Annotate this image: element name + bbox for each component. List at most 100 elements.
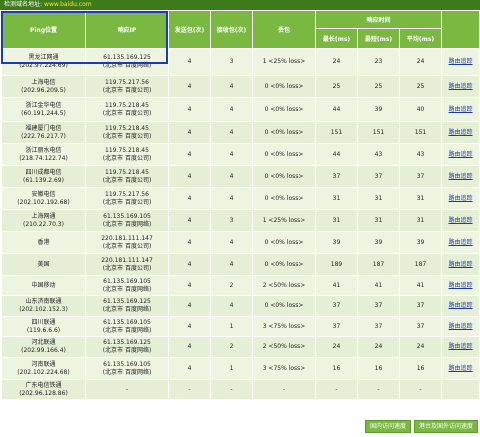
cell-max-line1: 24 [332,58,341,65]
cell-trace[interactable]: 路由追踪 [441,275,480,296]
cell-trace-line1[interactable]: 路由追踪 [443,217,479,225]
cell-location-line2: (202.96.128.86) [19,389,68,397]
cell-ip-line1: 119.75.218.45 [105,146,149,154]
table-row: 上海电信 (202.96.209.5) 119.75.217.56 (北京市 百度公司… [1,75,480,98]
cell-avg-line1: 43 [416,150,425,158]
cell-trace[interactable]: 路由追踪 [441,97,480,122]
cell-avg-line1: 24 [416,58,425,65]
cell-min-line1: 151 [372,128,385,136]
cell-trace-line1[interactable]: 路由追踪 [443,106,479,114]
cell-ip: 61.135.169.105 (北京市 百度网络) [85,209,169,232]
cell-min-line1: 23 [374,58,383,65]
cell-trace[interactable]: 路由追踪 [441,316,480,337]
cell-loss: - [252,379,316,400]
cell-received: 2 [210,275,253,296]
cell-loss: 0 <0% loss> [252,97,316,122]
cell-trace[interactable]: 路由追踪 [441,357,480,380]
table-row: 四川联通 (119.6.6.6) 61.135.169.105 (北京市 百度网络) 4… [1,316,480,337]
cell-received-line1: 4 [229,302,234,309]
cell-received-line1: 4 [229,260,234,268]
cell-received-line1: 3 [229,58,234,65]
cell-trace-line1[interactable]: 路由追踪 [443,173,479,181]
cell-trace[interactable]: 路由追踪 [441,48,480,76]
cell-trace[interactable]: 路由追踪 [441,295,480,317]
cell-location: 上海网通 (210.22.70.3) [1,209,86,232]
cell-min: - [357,379,400,400]
cell-trace-line1[interactable]: 路由追踪 [443,129,479,137]
cell-trace[interactable]: 路由追踪 [441,187,480,210]
cell-trace-line1[interactable]: 路由追踪 [443,343,479,351]
cell-sent-line1: 4 [187,150,192,158]
cell-ip: 119.75.218.45 (北京市 百度公司) [85,121,169,144]
cell-trace[interactable]: 路由追踪 [441,231,480,254]
cell-avg: 24 [398,48,443,76]
cell-location-line1: 浙江金华电信 [25,101,62,109]
cell-trace-line1[interactable]: 路由追踪 [443,261,479,269]
cell-trace[interactable]: 路由追踪 [441,336,480,358]
cell-ip-line2: (北京市 百度网络) [102,306,152,313]
cell-avg-line1: 31 [416,194,425,202]
cell-trace-line1[interactable]: 路由追踪 [443,195,479,203]
cell-trace[interactable]: 路由追踪 [441,143,480,166]
cell-ip-line1: 119.75.218.45 [105,101,149,109]
cell-avg: 40 [398,97,443,122]
cell-received: 4 [210,295,253,317]
cell-avg: 41 [398,275,443,296]
cell-location-line2: (218.74.122.74) [19,154,68,162]
cell-location-line1: 四川成都电信 [25,168,62,176]
cell-max-line1: 37 [332,302,341,309]
cell-trace-line1[interactable]: 路由追踪 [443,365,479,373]
cell-received: 2 [210,336,253,358]
cell-received-line1: 4 [229,105,234,113]
cell-sent: - [168,379,211,400]
cell-avg-line1: 39 [416,238,425,246]
cell-trace-line1[interactable]: 路由追踪 [443,58,479,66]
col-header-trace [441,10,480,49]
cell-loss: 1 <25% loss> [252,209,316,232]
cell-trace-line1[interactable]: 路由追踪 [443,323,479,331]
cell-loss-line1: 1 <25% loss> [262,216,306,224]
cell-min-line1: 37 [374,322,383,330]
cell-sent: 4 [168,48,211,76]
cell-sent: 4 [168,121,211,144]
cell-avg: 43 [398,143,443,166]
table-row: 美国 220.181.111.147 (北京市 百度公司) 4 4 0 <0% loss>… [1,253,480,276]
cell-trace-line1[interactable]: 路由追踪 [443,83,479,91]
cell-sent: 4 [168,275,211,296]
cell-sent: 4 [168,357,211,380]
cell-min: 187 [357,253,400,276]
cell-location-line1: 河南联通 [31,360,56,368]
cell-location-line1: 中国移动 [31,281,56,289]
cell-ip-line1: 119.75.217.56 [105,78,149,86]
cell-trace-line1[interactable]: 路由追踪 [443,282,479,290]
cell-trace-line1[interactable]: 路由追踪 [443,302,479,310]
cell-avg: 39 [398,231,443,254]
cell-max-line1: 25 [332,82,341,90]
cell-ip-line2: (北京市 百度公司) [102,86,152,94]
domestic-speed-button[interactable]: 国内访问速度 [364,420,411,433]
cell-trace[interactable]: 路由追踪 [441,253,480,276]
cell-trace[interactable]: 路由追踪 [441,209,480,232]
cell-location: 浙江金华电信 (60.191.244.5) [1,97,86,122]
cell-ip-line1: 119.75.218.45 [105,124,149,132]
cell-avg: 37 [398,165,443,188]
cell-location-line2: (61.139.2.69) [23,176,64,184]
cell-location-line1: 浙江丽水电信 [25,146,62,154]
cell-avg: 31 [398,209,443,232]
cell-max: 41 [315,275,358,296]
cell-ip-line2: (北京市 百度公司) [102,242,152,250]
cell-max: 44 [315,143,358,166]
cell-ip: 61.135.169.125 (北京市 百度网络) [85,336,169,358]
cell-trace[interactable]: 路由追踪 [441,165,480,188]
cell-received-line1: 4 [229,128,234,136]
cell-min: 37 [357,316,400,337]
cell-max: 37 [315,316,358,337]
cell-ip-line1: 61.135.169.125 [103,298,151,305]
international-speed-button[interactable]: 港台及国外访问速度 [413,420,478,433]
cell-loss: 0 <0% loss> [252,231,316,254]
cell-trace[interactable]: 路由追踪 [441,121,480,144]
cell-trace-line1[interactable]: 路由追踪 [443,151,479,159]
cell-received: 1 [210,316,253,337]
cell-trace[interactable]: 路由追踪 [441,75,480,98]
cell-trace-line1[interactable]: 路由追踪 [443,239,479,247]
